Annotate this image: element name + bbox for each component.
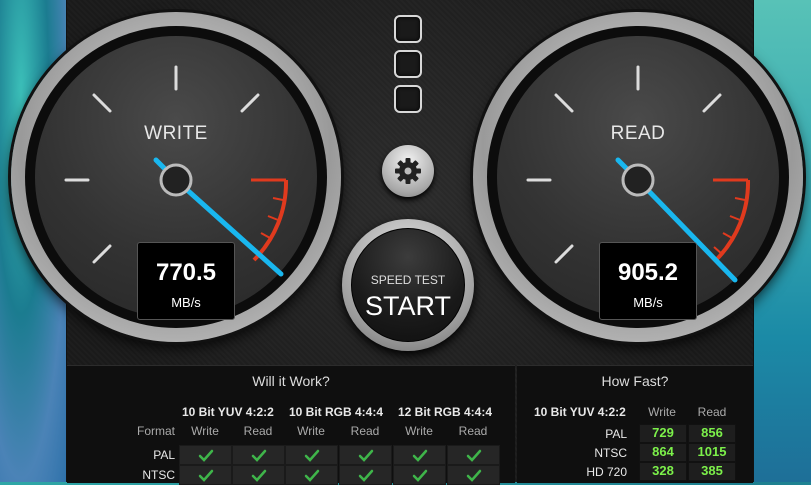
read-gauge: READ 905.2 MB/s <box>473 12 803 342</box>
compat-cell <box>179 465 232 485</box>
checkmark-icon <box>466 469 482 482</box>
how-fast-row-pal: PAL <box>605 427 627 441</box>
compat-cell <box>232 445 285 465</box>
compat-cell <box>393 465 446 485</box>
sub-read-2: Read <box>350 424 380 438</box>
speed-test-window: WRITE 770.5 MB/s READ 905.2 MB/s SPEED T… <box>11 0 803 485</box>
compat-cell <box>285 445 338 465</box>
how-fast-hd720-write: 328 <box>639 462 687 481</box>
how-fast-sub-read: Read <box>697 405 727 419</box>
checkmark-icon <box>358 449 374 462</box>
group-header-3: 12 Bit RGB 4:4:4 <box>398 405 493 419</box>
how-fast-title: How Fast? <box>601 373 669 389</box>
sub-write-3: Write <box>405 424 433 438</box>
compat-cell <box>179 445 232 465</box>
checkmark-icon <box>304 469 320 482</box>
status-light-1 <box>394 15 422 43</box>
checkmark-icon <box>304 449 320 462</box>
write-readout: 770.5 MB/s <box>137 242 235 320</box>
how-fast-pal-write: 729 <box>639 424 687 443</box>
will-it-work-panel: Will it Work? 10 Bit YUV 4:2:2 10 Bit RG… <box>67 365 515 485</box>
compat-cell <box>232 465 285 485</box>
compat-cell <box>339 465 392 485</box>
checkmark-icon <box>251 469 267 482</box>
checkmark-icon <box>251 449 267 462</box>
row-label-ntsc: NTSC <box>142 468 175 482</box>
checkmark-icon <box>466 449 482 462</box>
read-readout: 905.2 MB/s <box>599 242 697 320</box>
group-header-2: 10 Bit RGB 4:4:4 <box>289 405 384 419</box>
read-value: 905.2 <box>617 259 679 286</box>
how-fast-hd720-read: 385 <box>688 462 736 481</box>
checkmark-icon <box>412 469 428 482</box>
sub-read-3: Read <box>458 424 488 438</box>
sub-write-1: Write <box>191 424 219 438</box>
write-unit: MB/s <box>171 295 201 310</box>
sub-write-2: Write <box>297 424 325 438</box>
compat-cell <box>285 465 338 485</box>
checkmark-icon <box>198 449 214 462</box>
gear-icon <box>395 158 421 184</box>
start-big-label: START <box>364 291 451 321</box>
how-fast-panel: How Fast? 10 Bit YUV 4:2:2 Write Read PA… <box>517 365 753 483</box>
compat-cell <box>393 445 446 465</box>
start-button[interactable]: SPEED TEST START <box>342 219 474 351</box>
how-fast-row-hd720: HD 720 <box>586 465 627 479</box>
read-label: READ <box>610 123 666 144</box>
compat-cell <box>447 465 500 485</box>
will-it-work-title: Will it Work? <box>252 373 330 389</box>
start-small-label: SPEED TEST <box>370 273 446 287</box>
write-label: WRITE <box>144 123 208 144</box>
checkmark-icon <box>358 469 374 482</box>
status-light-3 <box>394 85 422 113</box>
format-label: Format <box>136 424 175 438</box>
sub-read-1: Read <box>243 424 273 438</box>
settings-button[interactable] <box>382 145 434 197</box>
status-lights <box>394 15 422 120</box>
read-unit: MB/s <box>633 295 663 310</box>
how-fast-group-header: 10 Bit YUV 4:2:2 <box>534 405 626 419</box>
status-light-2 <box>394 50 422 78</box>
checkmark-icon <box>198 469 214 482</box>
compat-cell <box>339 445 392 465</box>
group-header-1: 10 Bit YUV 4:2:2 <box>182 405 274 419</box>
compat-cell <box>447 445 500 465</box>
row-label-pal: PAL <box>153 448 175 462</box>
how-fast-pal-read: 856 <box>688 424 736 443</box>
how-fast-ntsc-write: 864 <box>639 443 687 462</box>
write-gauge: WRITE 770.5 MB/s <box>11 12 341 342</box>
how-fast-ntsc-read: 1015 <box>688 443 736 462</box>
checkmark-icon <box>412 449 428 462</box>
how-fast-row-ntsc: NTSC <box>594 446 627 460</box>
how-fast-sub-write: Write <box>648 405 676 419</box>
write-value: 770.5 <box>155 259 217 286</box>
